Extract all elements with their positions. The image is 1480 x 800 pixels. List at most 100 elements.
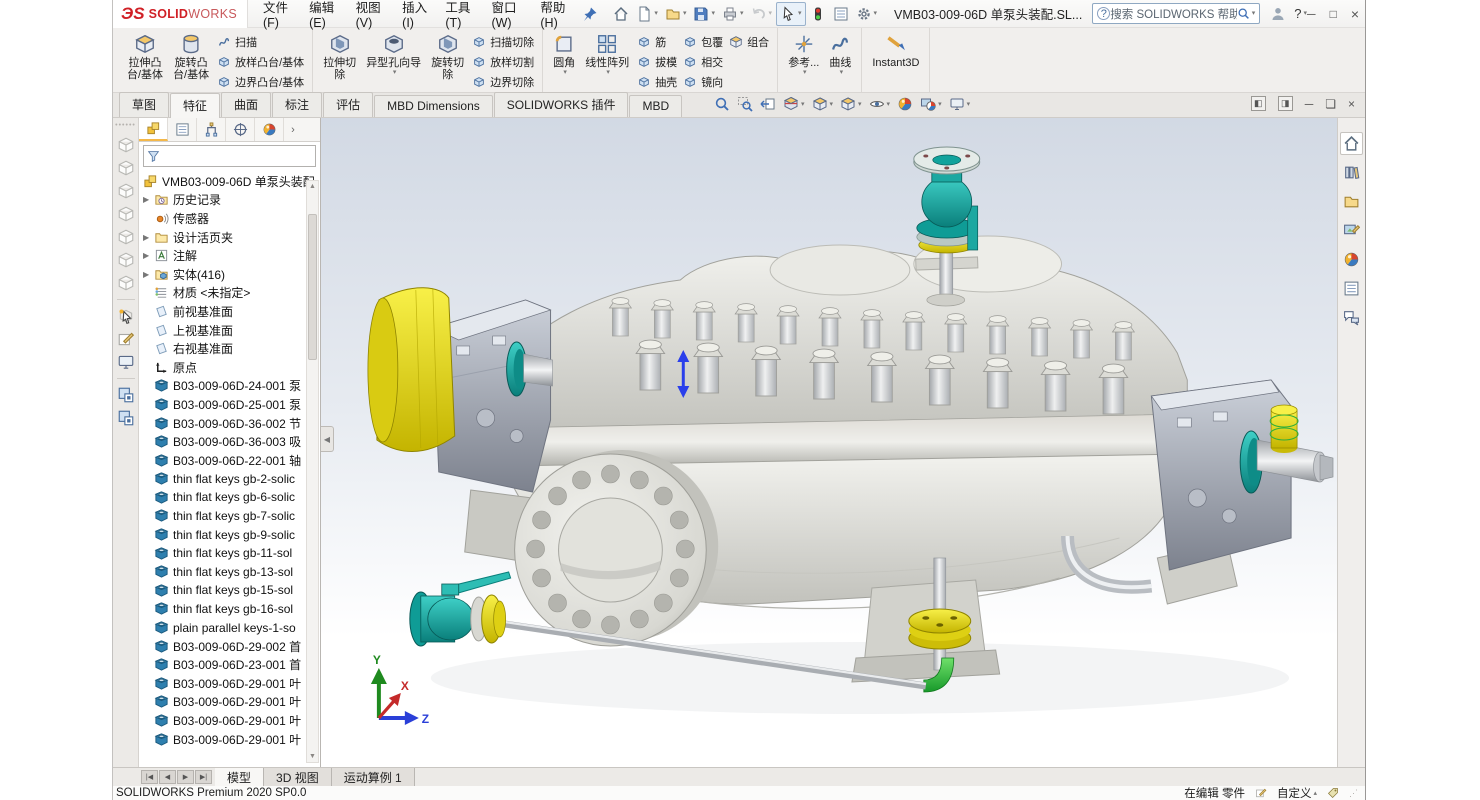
tree-item-10[interactable]: 原点 — [141, 358, 320, 377]
view-orientation-button[interactable]: ▾ — [812, 96, 834, 112]
print-button[interactable]: ▾ — [719, 3, 747, 25]
caret-icon[interactable]: ▾ — [887, 101, 891, 108]
extruded-boss-base-button[interactable]: 拉伸凸 台/基体 — [122, 30, 168, 83]
swept-boss-base-button[interactable]: 扫描 — [217, 34, 304, 50]
rebuild-indicator[interactable] — [807, 3, 829, 25]
options-button[interactable]: ▾ — [853, 3, 881, 25]
sheet-nav-3[interactable]: ▶| — [195, 770, 212, 784]
tree-item-21[interactable]: thin flat keys gb-13-sol — [141, 562, 320, 581]
appearances-tab[interactable] — [1340, 248, 1363, 271]
select-tool-button[interactable]: ▾ — [776, 2, 806, 26]
revolved-boss-base-button[interactable]: 旋转凸 台/基体 — [168, 30, 214, 83]
left-toolbar-button-1[interactable] — [117, 159, 135, 177]
edit-appearance-button[interactable] — [897, 96, 913, 112]
sheet-nav-2[interactable]: ▶ — [177, 770, 194, 784]
reference-geometry-button[interactable]: 参考...▾ — [783, 30, 824, 77]
doc-scroll-1[interactable]: ◨ — [1278, 96, 1293, 111]
lofted-boss-base-button[interactable]: 放样凸台/基体 — [217, 54, 304, 70]
scroll-down-icon[interactable]: ▼ — [309, 751, 316, 762]
bottom-tab-3D 视图[interactable]: 3D 视图 — [264, 768, 332, 786]
tree-filter-input[interactable] — [163, 150, 312, 162]
minimize-button[interactable]: ─ — [1307, 7, 1316, 21]
tree-item-22[interactable]: thin flat keys gb-15-sol — [141, 581, 320, 600]
expand-arrow-icon[interactable]: ▶ — [143, 270, 149, 279]
open-button[interactable]: ▾ — [662, 3, 690, 25]
custom-properties-tab[interactable] — [1340, 277, 1363, 300]
zoom-to-fit-button[interactable] — [714, 96, 730, 112]
view-settings-button[interactable]: ▾ — [949, 96, 971, 112]
tab-评估[interactable]: 评估 — [323, 92, 373, 117]
maximize-button[interactable]: □ — [1330, 7, 1337, 21]
propertymanager-tab[interactable] — [168, 118, 197, 141]
tree-filter-box[interactable] — [143, 145, 316, 167]
apply-scene-button[interactable]: ▾ — [920, 96, 942, 112]
tree-item-28[interactable]: B03-009-06D-29-001 叶 — [141, 693, 320, 712]
tree-item-4[interactable]: ▶注解 — [141, 246, 320, 265]
pin-menu-icon[interactable] — [578, 6, 602, 22]
left-toolbar-button-10[interactable] — [117, 353, 135, 371]
tree-item-17[interactable]: thin flat keys gb-6-solic — [141, 488, 320, 507]
close-button[interactable]: × — [1351, 6, 1359, 22]
mirror-button[interactable]: 镜向 — [683, 74, 723, 90]
file-explorer-tab[interactable] — [1340, 190, 1363, 213]
tree-item-26[interactable]: B03-009-06D-23-001 首 — [141, 655, 320, 674]
undo-button[interactable]: ▾ — [747, 3, 775, 25]
tree-item-7[interactable]: 前视基准面 — [141, 302, 320, 321]
featuremanager-tab[interactable] — [139, 118, 168, 141]
caret-icon[interactable]: ▾ — [683, 10, 687, 17]
caret-icon[interactable]: ▾ — [803, 69, 807, 76]
extruded-cut-button[interactable]: 拉伸切 除 — [318, 30, 361, 83]
wrap-button[interactable]: 包覆 — [683, 34, 723, 50]
intersect-button[interactable]: 相交 — [683, 54, 723, 70]
tree-item-16[interactable]: thin flat keys gb-2-solic — [141, 470, 320, 489]
home-button[interactable] — [610, 3, 632, 25]
tab-SOLIDWORKS 插件[interactable]: SOLIDWORKS 插件 — [494, 92, 629, 117]
dimxpertmanager-tab[interactable] — [226, 118, 255, 141]
help-search-box[interactable]: ? 搜索 SOLIDWORKS 帮助 ▾ — [1092, 3, 1260, 24]
user-account-icon[interactable] — [1270, 6, 1286, 22]
expand-arrow-icon[interactable]: ▶ — [143, 233, 149, 242]
tree-item-23[interactable]: thin flat keys gb-16-sol — [141, 600, 320, 619]
menu-item-3[interactable]: 插入(I) — [393, 0, 436, 35]
help-button[interactable]: ? — [1294, 6, 1301, 21]
tree-item-3[interactable]: ▶设计活页夹 — [141, 228, 320, 247]
boundary-cut-button[interactable]: 边界切除 — [472, 74, 534, 90]
caret-icon[interactable]: ▾ — [840, 69, 844, 76]
file-properties-button[interactable] — [830, 3, 852, 25]
hole-wizard-button[interactable]: 异型孔向导▾ — [361, 30, 426, 77]
draft-button[interactable]: 拔模 — [637, 54, 677, 70]
tree-scrollbar[interactable]: ▲ ▼ — [306, 180, 319, 763]
graphics-viewport[interactable]: Y Z X — [321, 118, 1338, 767]
tree-item-11[interactable]: B03-009-06D-24-001 泵 — [141, 377, 320, 396]
left-toolbar-button-12[interactable] — [117, 386, 135, 404]
tree-item-1[interactable]: ▶历史记录 — [141, 191, 320, 210]
configurationmanager-tab[interactable] — [197, 118, 226, 141]
left-toolbar-button-2[interactable] — [117, 182, 135, 200]
hide-show-items-button[interactable]: ▾ — [869, 96, 891, 112]
tree-item-27[interactable]: B03-009-06D-29-001 叶 — [141, 674, 320, 693]
fillet-button[interactable]: 圆角▾ — [548, 30, 580, 77]
left-toolbar-button-5[interactable] — [117, 251, 135, 269]
left-toolbar-button-8[interactable] — [117, 307, 135, 325]
caret-icon[interactable]: ▾ — [654, 10, 658, 17]
linear-pattern-button[interactable]: 线性阵列▾ — [580, 30, 634, 77]
caret-icon[interactable]: ▾ — [606, 69, 610, 76]
caret-icon[interactable]: ▾ — [563, 69, 567, 76]
caret-icon[interactable]: ▾ — [830, 101, 834, 108]
menu-item-4[interactable]: 工具(T) — [436, 0, 482, 35]
instant3d-button[interactable]: Instant3D — [867, 30, 924, 70]
swept-cut-button[interactable]: 扫描切除 — [472, 34, 534, 50]
expand-arrow-icon[interactable]: ▶ — [143, 251, 149, 260]
caret-icon[interactable]: ▾ — [967, 101, 971, 108]
doc-close-button[interactable]: × — [1348, 97, 1355, 111]
display-style-button[interactable]: ▾ — [840, 96, 862, 112]
design-library-tab[interactable] — [1340, 161, 1363, 184]
left-toolbar-button-3[interactable] — [117, 205, 135, 223]
displaymanager-tab[interactable] — [255, 118, 284, 141]
previous-view-button[interactable] — [760, 96, 776, 112]
3d-model-pump-assembly[interactable]: Y Z X — [321, 118, 1337, 767]
doc-scroll-0[interactable]: ◧ — [1251, 96, 1266, 111]
panel-collapse-arrow[interactable]: ◀ — [321, 426, 334, 452]
sheet-nav-0[interactable]: |◀ — [141, 770, 158, 784]
menu-item-5[interactable]: 窗口(W) — [482, 0, 531, 35]
